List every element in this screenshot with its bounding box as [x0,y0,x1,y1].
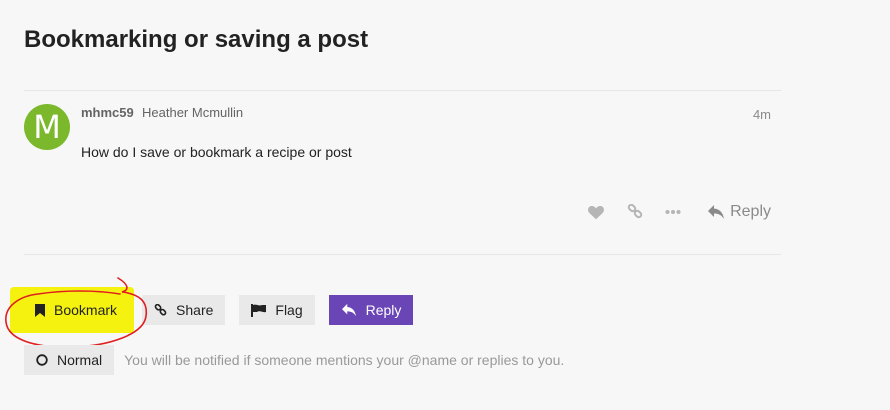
post-reply-label: Reply [730,203,771,220]
ellipsis-icon [665,210,681,214]
post-bottom-divider [24,254,781,255]
flag-label: Flag [275,302,303,318]
post-age[interactable]: 4m [753,107,771,122]
notification-level-button[interactable]: Normal [24,345,115,375]
post-body: How do I save or bookmark a recipe or po… [81,144,352,160]
avatar[interactable]: M [24,104,70,150]
reply-icon [708,205,725,219]
heart-icon [588,205,605,220]
post: M mhmc59 Heather Mcmullin 4m How do I sa… [24,104,781,244]
share-label: Share [176,302,214,318]
post-actions: Reply [565,202,771,222]
topic-reply-button[interactable]: Reply [328,295,414,325]
reply-icon [341,303,356,317]
post-top-divider [24,90,781,91]
bookmark-label: Bookmark [54,302,118,318]
flag-icon [251,303,267,317]
flag-button[interactable]: Flag [239,295,315,325]
link-icon [627,204,643,219]
more-actions-button[interactable] [665,202,681,222]
post-reply-button[interactable]: Reply [707,202,771,222]
avatar-letter: M [33,108,61,146]
topic-reply-label: Reply [365,302,402,318]
like-button[interactable] [587,202,605,222]
bookmark-button[interactable]: Bookmark [24,295,128,325]
topic-title: Bookmarking or saving a post [24,26,369,53]
post-full-name: Heather Mcmullin [142,105,244,120]
share-button[interactable]: Share [142,295,226,325]
notification-row: Normal You will be notified if someone m… [24,345,564,375]
bookmark-icon [35,303,45,317]
topic-footer-buttons: Bookmark Share Flag Reply [24,295,414,325]
link-icon [154,303,167,316]
circle-outline-icon [36,354,48,366]
post-username[interactable]: mhmc59 [81,105,134,120]
topic-page: Bookmarking or saving a post M mhmc59 He… [0,0,890,410]
notification-description: You will be notified if someone mentions… [124,352,565,368]
notification-level-label: Normal [57,352,103,368]
copy-link-button[interactable] [627,202,643,222]
